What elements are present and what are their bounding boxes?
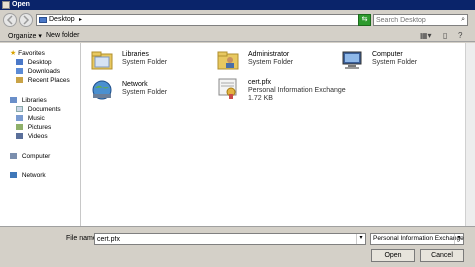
- breadcrumb-chevron-icon[interactable]: ▸: [79, 16, 82, 23]
- open-dialog: Open Desktop ▸ ▾ ⇆ ⌕ Organize ▾ New fold…: [0, 0, 475, 267]
- nav-libraries[interactable]: Libraries: [10, 97, 47, 106]
- nav-videos-label: Videos: [27, 133, 48, 140]
- preview-pane-icon[interactable]: ▯: [443, 31, 447, 40]
- nav-favorites-label: Favorites: [18, 50, 45, 57]
- title-bar[interactable]: Open: [0, 0, 475, 10]
- file-type-value: Personal Information Exchange: [373, 235, 464, 242]
- file-list: Libraries System Folder Administrator Sy…: [82, 43, 475, 226]
- file-type-dropdown-icon[interactable]: ▾: [454, 234, 463, 244]
- forward-button[interactable]: [19, 13, 33, 27]
- nav-recent-label: Recent Places: [27, 77, 70, 84]
- libraries-icon: [10, 97, 17, 103]
- nav-documents-label: Documents: [27, 106, 61, 113]
- computer-icon: [10, 153, 17, 159]
- file-name-input[interactable]: [97, 235, 347, 244]
- item-name: Network: [122, 81, 148, 88]
- item-size: 1.72 KB: [248, 95, 273, 102]
- item-type: System Folder: [122, 59, 168, 66]
- help-icon[interactable]: ?: [458, 31, 462, 40]
- music-icon: [16, 115, 23, 121]
- forward-arrow-icon: [23, 15, 30, 25]
- network-icon: [10, 172, 17, 178]
- nav-computer-label: Computer: [21, 153, 51, 160]
- item-name: Libraries: [122, 51, 149, 58]
- nav-music[interactable]: Music: [16, 115, 45, 124]
- certificate-icon: [218, 78, 237, 99]
- computer-monitor-icon: [342, 51, 362, 69]
- downloads-icon: [16, 68, 23, 74]
- nav-computer[interactable]: Computer: [10, 153, 50, 162]
- nav-music-label: Music: [27, 115, 45, 122]
- file-item-administrator[interactable]: Administrator System Folder: [216, 48, 336, 78]
- address-bar[interactable]: Desktop ▸ ▾: [36, 14, 369, 26]
- new-folder-button[interactable]: New folder: [46, 32, 79, 39]
- documents-icon: [16, 106, 23, 112]
- organize-button[interactable]: Organize ▾: [8, 32, 42, 40]
- nav-network[interactable]: Network: [10, 172, 46, 181]
- item-type: System Folder: [122, 89, 168, 96]
- search-icon[interactable]: ⌕: [461, 16, 465, 24]
- nav-desktop-label: Desktop: [27, 59, 52, 66]
- search-input[interactable]: [376, 16, 456, 25]
- dialog-footer: File name: ▾ Personal Information Exchan…: [0, 226, 475, 267]
- star-icon: ★: [10, 50, 17, 57]
- nav-network-label: Network: [21, 172, 46, 179]
- window-title: Open: [12, 1, 30, 8]
- file-item-computer[interactable]: Computer System Folder: [340, 48, 460, 78]
- back-arrow-icon: [6, 15, 13, 25]
- nav-favorites[interactable]: ★ Favorites: [10, 49, 45, 58]
- nav-libraries-label: Libraries: [21, 97, 47, 104]
- network-globe-icon: [92, 80, 112, 100]
- item-type: System Folder: [372, 59, 418, 66]
- nav-videos[interactable]: Videos: [16, 133, 48, 142]
- pictures-icon: [16, 124, 23, 130]
- back-button[interactable]: [3, 13, 17, 27]
- user-folder-icon: [217, 51, 239, 70]
- nav-recent-places[interactable]: Recent Places: [16, 77, 70, 86]
- browser-body: ★ Favorites Desktop Downloads Recent Pla…: [0, 43, 475, 226]
- search-box[interactable]: ⌕: [373, 14, 468, 26]
- recent-places-icon: [16, 77, 23, 83]
- item-name: cert.pfx: [248, 79, 271, 86]
- command-bar: Organize ▾ New folder ▦▾ ▯ ?: [0, 30, 475, 42]
- open-button[interactable]: Open: [371, 249, 415, 262]
- file-item-libraries[interactable]: Libraries System Folder: [90, 48, 210, 78]
- nav-pictures[interactable]: Pictures: [16, 124, 51, 133]
- desktop-icon: [16, 59, 23, 65]
- refresh-icon[interactable]: ⇆: [358, 14, 371, 26]
- breadcrumb-desktop[interactable]: Desktop: [49, 16, 75, 23]
- file-name-dropdown-icon[interactable]: ▾: [356, 234, 365, 244]
- desktop-folder-icon: [39, 17, 47, 23]
- nav-downloads-label: Downloads: [27, 68, 60, 75]
- nav-documents[interactable]: Documents: [16, 106, 61, 115]
- window-icon: [2, 1, 10, 9]
- vertical-scrollbar[interactable]: [465, 43, 475, 226]
- file-type-select[interactable]: Personal Information Exchange ▾: [370, 233, 464, 245]
- navigation-pane: ★ Favorites Desktop Downloads Recent Pla…: [0, 43, 81, 226]
- nav-pictures-label: Pictures: [27, 124, 52, 131]
- videos-icon: [16, 133, 23, 139]
- cancel-button[interactable]: Cancel: [420, 249, 464, 262]
- file-item-cert-pfx[interactable]: cert.pfx Personal Information Exchange 1…: [216, 76, 386, 106]
- file-name-field[interactable]: ▾: [94, 233, 366, 245]
- item-name: Computer: [372, 51, 403, 58]
- address-row: Desktop ▸ ▾ ⇆ ⌕: [0, 10, 475, 30]
- item-type: System Folder: [248, 59, 294, 66]
- item-type: Personal Information Exchange: [248, 87, 346, 94]
- item-name: Administrator: [248, 51, 290, 58]
- nav-desktop[interactable]: Desktop: [16, 59, 52, 68]
- libraries-folder-icon: [91, 51, 113, 70]
- file-item-network[interactable]: Network System Folder: [90, 78, 210, 108]
- nav-downloads[interactable]: Downloads: [16, 68, 60, 77]
- view-options-icon[interactable]: ▦▾: [420, 31, 432, 40]
